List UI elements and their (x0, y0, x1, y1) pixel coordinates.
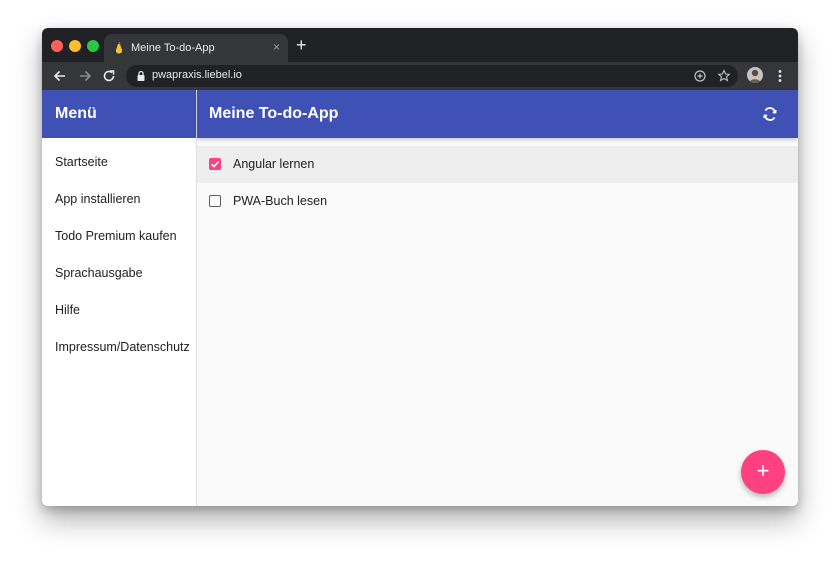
tab-close-icon[interactable]: × (273, 39, 280, 55)
app-container: Menü Startseite App installieren Todo Pr… (42, 90, 798, 506)
browser-toolbar: pwapraxis.liebel.io (42, 62, 798, 90)
add-todo-button[interactable]: + (741, 450, 785, 494)
bookmark-star-icon[interactable] (716, 68, 732, 84)
back-arrow-icon[interactable] (52, 68, 68, 84)
minimize-window-button[interactable] (69, 40, 81, 52)
todo-checkbox-checked[interactable] (209, 158, 221, 170)
page-title: Meine To-do-App (209, 105, 339, 122)
pear-favicon-icon (115, 41, 123, 54)
checkmark-icon (211, 161, 220, 168)
todo-item[interactable]: Angular lernen (197, 146, 798, 183)
nav-item-sprachausgabe[interactable]: Sprachausgabe (42, 260, 196, 297)
todo-label: Angular lernen (233, 157, 315, 171)
tab-strip: Meine To-do-App × + (42, 28, 798, 62)
nav-item-app-installieren[interactable]: App installieren (42, 186, 196, 223)
profile-avatar[interactable] (747, 67, 763, 83)
reload-icon[interactable] (101, 68, 117, 84)
main-content: Meine To-do-App Angular lernen PWA-Buch … (197, 90, 798, 506)
side-navigation: Menü Startseite App installieren Todo Pr… (42, 90, 197, 506)
lock-icon (137, 70, 145, 81)
sidenav-list: Startseite App installieren Todo Premium… (42, 138, 196, 371)
todo-checkbox-unchecked[interactable] (209, 195, 221, 207)
install-app-icon[interactable] (692, 68, 708, 84)
nav-item-impressum-datenschutz[interactable]: Impressum/Datenschutz (42, 334, 196, 371)
profile-avatar-icon (749, 69, 761, 83)
close-window-button[interactable] (51, 40, 63, 52)
new-tab-button[interactable]: + (296, 36, 307, 54)
app-toolbar: Meine To-do-App (197, 90, 798, 138)
tab-title: Meine To-do-App (131, 42, 215, 54)
nav-item-hilfe[interactable]: Hilfe (42, 297, 196, 334)
url-text: pwapraxis.liebel.io (152, 69, 242, 81)
forward-arrow-icon[interactable] (77, 68, 93, 84)
todo-label: PWA-Buch lesen (233, 194, 328, 208)
nav-item-todo-premium-kaufen[interactable]: Todo Premium kaufen (42, 223, 196, 260)
sync-icon[interactable] (761, 105, 779, 123)
more-menu-icon[interactable] (775, 68, 785, 84)
maximize-window-button[interactable] (87, 40, 99, 52)
todo-list: Angular lernen PWA-Buch lesen (197, 146, 798, 220)
sidenav-title: Menü (42, 90, 196, 138)
nav-item-startseite[interactable]: Startseite (42, 149, 196, 186)
todo-item[interactable]: PWA-Buch lesen (197, 183, 798, 220)
tab-meine-todo-app[interactable]: Meine To-do-App × (104, 34, 288, 62)
browser-window: Meine To-do-App × + pwapraxis.liebel.io (42, 28, 798, 506)
address-bar[interactable]: pwapraxis.liebel.io (126, 65, 738, 87)
